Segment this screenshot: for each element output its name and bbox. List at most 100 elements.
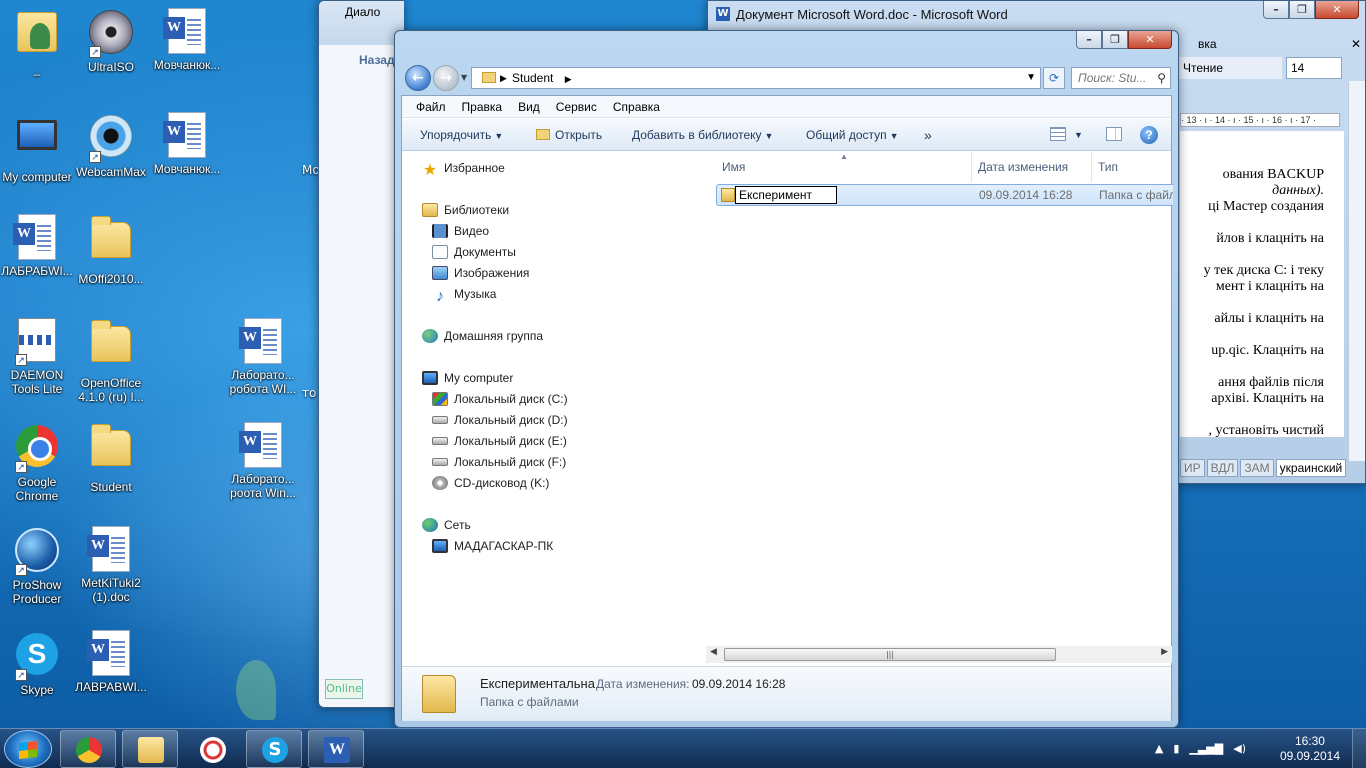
desktop-icon-daemon-tools[interactable]: ↗ DAEMON Tools Lite bbox=[0, 318, 74, 396]
reading-mode-button[interactable]: Чтение bbox=[1178, 57, 1282, 79]
nav-network[interactable]: Сеть bbox=[422, 515, 471, 535]
desktop-icon-user-folder[interactable]: _ bbox=[0, 8, 74, 76]
start-button[interactable] bbox=[4, 730, 52, 768]
menu-tools[interactable]: Сервис bbox=[556, 96, 597, 117]
taskbar-word[interactable]: W bbox=[308, 730, 364, 768]
menu-file[interactable]: Файл bbox=[416, 96, 446, 117]
maximize-button[interactable]: ❐ bbox=[1289, 1, 1315, 19]
scroll-right-icon[interactable]: ▶ bbox=[1161, 647, 1168, 657]
show-hidden-icons-icon[interactable]: ▲ bbox=[1155, 742, 1163, 755]
desktop-icon-google-chrome[interactable]: ↗ Google Chrome bbox=[0, 422, 74, 503]
add-to-library-button[interactable]: Добавить в библиотеку ▼ bbox=[632, 119, 773, 152]
nav-network-host[interactable]: МАДАГАСКАР-ПК bbox=[432, 536, 553, 556]
font-size-select[interactable]: 14 bbox=[1286, 57, 1342, 79]
maximize-button[interactable]: ❐ bbox=[1102, 31, 1128, 49]
status-vdl[interactable]: ВДЛ bbox=[1206, 459, 1239, 477]
breadcrumb-arrow-icon[interactable]: ▶ bbox=[565, 74, 572, 84]
forward-button[interactable]: → bbox=[433, 65, 459, 91]
desktop-icon-student[interactable]: Student bbox=[74, 422, 148, 494]
nav-favorites[interactable]: ★ Избранное bbox=[422, 158, 505, 179]
word-vertical-scrollbar[interactable] bbox=[1348, 81, 1365, 461]
desktop-icon-moffi[interactable]: MOffi2010... bbox=[74, 214, 148, 286]
word-icon: W bbox=[324, 737, 350, 763]
menu-help[interactable]: Справка bbox=[613, 96, 660, 117]
word-doc-close-icon[interactable]: ✕ bbox=[1351, 37, 1361, 51]
taskbar-chrome[interactable] bbox=[60, 730, 116, 768]
desktop-icon-movchanyuk-2[interactable]: Мовчанюк... bbox=[150, 112, 224, 176]
file-row[interactable]: Експеримент 09.09.2014 16:28 Папка с фай… bbox=[716, 184, 1173, 206]
scroll-left-icon[interactable]: ◀ bbox=[710, 647, 717, 657]
refresh-button[interactable]: ⟳ bbox=[1043, 67, 1065, 89]
close-button[interactable]: ✕ bbox=[1315, 1, 1359, 19]
breadcrumb-arrow-icon[interactable]: ▶ bbox=[500, 68, 507, 88]
address-bar[interactable]: ▶ Student ▶ ▼ bbox=[471, 67, 1041, 89]
taskbar-explorer[interactable] bbox=[122, 730, 178, 768]
desktop-icon-metkituki[interactable]: MetKiTuki2 (1).doc bbox=[74, 526, 148, 604]
file-list-pane[interactable]: Имя ▲ Дата изменения Тип Експеримент 09.0… bbox=[716, 152, 1173, 664]
help-icon[interactable]: ? bbox=[1140, 126, 1158, 144]
minimize-button[interactable]: – bbox=[1263, 1, 1289, 19]
open-button[interactable]: Открыть bbox=[536, 119, 602, 151]
network-status-icon[interactable]: ▮ bbox=[1173, 742, 1179, 755]
signal-bars-icon[interactable]: ▁▃▅▇ bbox=[1189, 742, 1223, 755]
desktop-icon-movchanyuk-1[interactable]: Мовчанюк... bbox=[150, 8, 224, 72]
nav-homegroup[interactable]: Домашняя группа bbox=[422, 326, 543, 346]
desktop-icon-webcammax[interactable]: ↗ WebcamMax bbox=[74, 112, 148, 179]
desktop-icon-lavrab[interactable]: ЛАВРАВWI... bbox=[74, 630, 148, 694]
column-header-name[interactable]: Имя ▲ bbox=[716, 152, 972, 182]
share-button[interactable]: Общий доступ ▼ bbox=[806, 119, 899, 152]
search-input[interactable]: Поиск: Stu... ⚲ bbox=[1071, 67, 1171, 89]
dialog-back-label[interactable]: Назад bbox=[359, 53, 395, 67]
menu-view[interactable]: Вид bbox=[518, 96, 540, 117]
volume-icon[interactable]: ◀) bbox=[1233, 742, 1246, 755]
change-view-icon[interactable] bbox=[1050, 127, 1066, 141]
preview-pane-icon[interactable] bbox=[1106, 127, 1122, 141]
scrollbar-thumb[interactable]: ||| bbox=[724, 648, 1056, 661]
desktop-icon-openoffice[interactable]: OpenOffice 4.1.0 (ru) I... bbox=[74, 318, 148, 404]
menu-edit[interactable]: Правка bbox=[462, 96, 503, 117]
nav-drive-c[interactable]: Локальный диск (C:) bbox=[432, 389, 568, 409]
dialog-window-behind[interactable]: Диало Назад Online bbox=[318, 0, 404, 708]
nav-library-video[interactable]: Видео bbox=[432, 221, 489, 241]
nav-drive-e[interactable]: Локальный диск (E:) bbox=[432, 431, 567, 451]
breadcrumb-student[interactable]: Student bbox=[512, 71, 553, 85]
desktop-icon-skype[interactable]: S ↗ Skype bbox=[0, 630, 74, 697]
recent-pages-chevron-icon[interactable]: ▼ bbox=[461, 73, 467, 82]
nav-drive-d[interactable]: Локальный диск (D:) bbox=[432, 410, 568, 430]
nav-drive-k[interactable]: CD-дисковод (K:) bbox=[432, 473, 549, 493]
desktop-icon-laboratorna-2[interactable]: Лаборато... роота Win... bbox=[226, 422, 300, 500]
explorer-window[interactable]: – ❐ ✕ ← → ▼ ▶ Student ▶ ▼ ⟳ Поиск: Stu..… bbox=[394, 30, 1179, 728]
back-button[interactable]: ← bbox=[405, 65, 431, 91]
view-options-chevron-icon[interactable]: ▼ bbox=[1074, 119, 1083, 151]
desktop-icon-proshow[interactable]: ↗ ProShow Producer bbox=[0, 526, 74, 606]
nav-library-music[interactable]: ♪ Музыка bbox=[432, 284, 496, 305]
nav-drive-f[interactable]: Локальный диск (F:) bbox=[432, 452, 566, 472]
taskbar-paint[interactable] bbox=[184, 730, 240, 768]
nav-my-computer[interactable]: My computer bbox=[422, 368, 513, 388]
word-document-page[interactable]: ования BACKUP данных). ці Мастер создани… bbox=[1180, 131, 1344, 437]
desktop-icon-my-computer[interactable]: My computer bbox=[0, 112, 74, 184]
minimize-button[interactable]: – bbox=[1076, 31, 1102, 49]
horizontal-scrollbar[interactable]: ◀ ||| ▶ bbox=[706, 646, 1172, 663]
show-desktop-button[interactable] bbox=[1352, 729, 1366, 768]
status-language[interactable]: украинский bbox=[1275, 459, 1347, 477]
nav-libraries[interactable]: Библиотеки bbox=[422, 200, 509, 220]
column-header-type[interactable]: Тип bbox=[1092, 152, 1173, 182]
status-ext[interactable]: ИР bbox=[1180, 459, 1205, 477]
more-commands-button[interactable]: » bbox=[924, 119, 932, 151]
organize-button[interactable]: Упорядочить ▼ bbox=[420, 119, 503, 152]
word-menu-partial[interactable]: вка bbox=[1198, 37, 1217, 51]
nav-library-documents[interactable]: Документы bbox=[432, 242, 516, 262]
desktop-icon-labrab-1[interactable]: ЛАБРАБWI... bbox=[0, 214, 74, 278]
desktop-icon-ultraiso[interactable]: ↗ UltraISO bbox=[74, 8, 148, 74]
status-zam[interactable]: ЗАМ bbox=[1240, 459, 1274, 477]
close-button[interactable]: ✕ bbox=[1128, 31, 1172, 49]
taskbar-clock[interactable]: 16:30 09.09.2014 bbox=[1280, 734, 1340, 764]
nav-library-pictures[interactable]: Изображения bbox=[432, 263, 529, 283]
column-header-date[interactable]: Дата изменения bbox=[972, 152, 1092, 182]
taskbar-skype[interactable]: S bbox=[246, 730, 302, 768]
rename-input[interactable]: Експеримент bbox=[735, 186, 837, 204]
word-window-title: Документ Microsoft Word.doc - Microsoft … bbox=[736, 7, 1008, 22]
address-dropdown-icon[interactable]: ▼ bbox=[1026, 68, 1036, 88]
desktop-icon-laboratorna-1[interactable]: Лаборато... робота WI... bbox=[226, 318, 300, 396]
